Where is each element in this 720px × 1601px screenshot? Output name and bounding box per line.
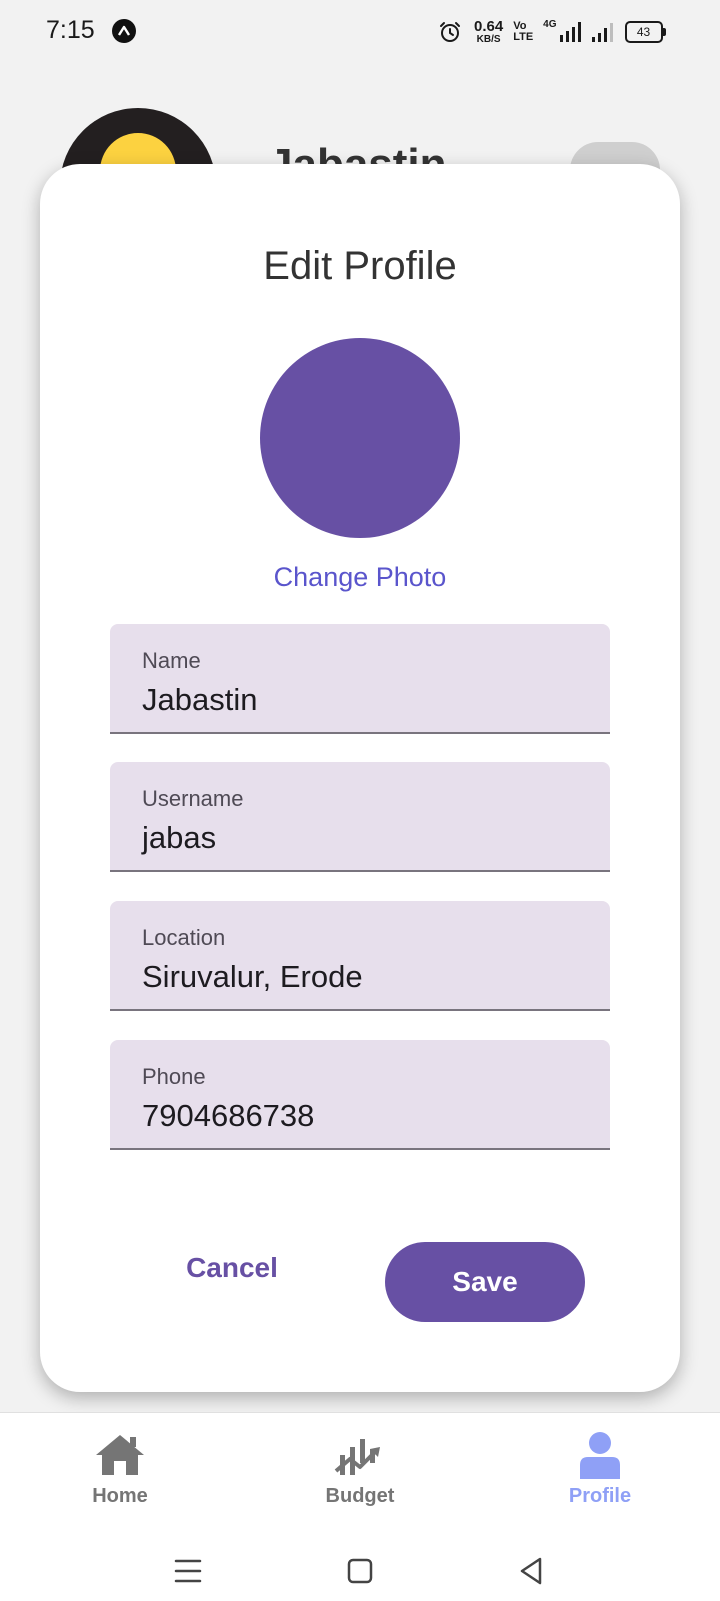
network-speed-unit: KB/S	[476, 34, 501, 45]
home-square-icon[interactable]	[340, 1551, 380, 1591]
change-photo-button[interactable]: Change Photo	[40, 562, 680, 593]
nav-item-home[interactable]: Home	[40, 1431, 200, 1508]
dialog-title: Edit Profile	[263, 244, 457, 288]
person-icon	[580, 1432, 620, 1479]
network-speed-value: 0.64	[474, 18, 504, 35]
phone-field-value: 7904686738	[142, 1098, 315, 1133]
phone-field[interactable]: Phone 7904686738	[110, 1040, 610, 1150]
location-field[interactable]: Location Siruvalur, Erode	[110, 901, 610, 1011]
status-bar: 7:15 0.64 KB/S Vo LTE 4G 43	[0, 0, 720, 64]
location-field-label: Location	[142, 925, 226, 950]
name-field[interactable]: Name Jabastin	[110, 624, 610, 734]
signal-strength-icon	[559, 22, 581, 42]
back-icon[interactable]	[512, 1551, 552, 1591]
volte-bottom: LTE	[513, 31, 534, 43]
username-field-label: Username	[142, 786, 244, 811]
status-indicators: 0.64 KB/S Vo LTE 4G 43	[438, 17, 666, 47]
home-icon	[96, 1435, 144, 1475]
app-notification-icon	[112, 19, 136, 43]
battery-icon: 43	[624, 21, 666, 43]
network-speed: 0.64 KB/S	[474, 19, 503, 45]
nav-label-budget: Budget	[325, 1485, 395, 1507]
save-button[interactable]: Save	[385, 1242, 585, 1322]
status-time: 7:15	[46, 16, 95, 44]
name-field-label: Name	[142, 648, 201, 673]
nav-item-profile[interactable]: Profile	[520, 1431, 680, 1508]
volte-indicator: Vo LTE	[513, 21, 533, 43]
phone-field-label: Phone	[142, 1064, 206, 1089]
chart-icon	[334, 1439, 380, 1475]
menu-icon[interactable]	[168, 1551, 208, 1591]
nav-label-profile: Profile	[568, 1485, 632, 1507]
edit-profile-dialog: Edit Profile Change Photo Name Jabastin …	[40, 164, 680, 1392]
name-field-value: Jabastin	[142, 682, 258, 717]
system-navigation-bar	[0, 1541, 720, 1601]
profile-photo[interactable]	[260, 338, 460, 538]
location-field-value: Siruvalur, Erode	[142, 959, 363, 994]
nav-label-home: Home	[92, 1485, 148, 1507]
nav-item-budget[interactable]: Budget	[280, 1431, 440, 1508]
username-field[interactable]: Username jabas	[110, 762, 610, 872]
alarm-icon	[440, 22, 460, 42]
username-field-value: jabas	[142, 820, 217, 855]
network-type: 4G	[543, 19, 557, 30]
signal-strength-2-icon	[591, 23, 613, 42]
bottom-navigation: Home Budget Profile	[0, 1412, 720, 1601]
cancel-button[interactable]: Cancel	[152, 1240, 312, 1296]
